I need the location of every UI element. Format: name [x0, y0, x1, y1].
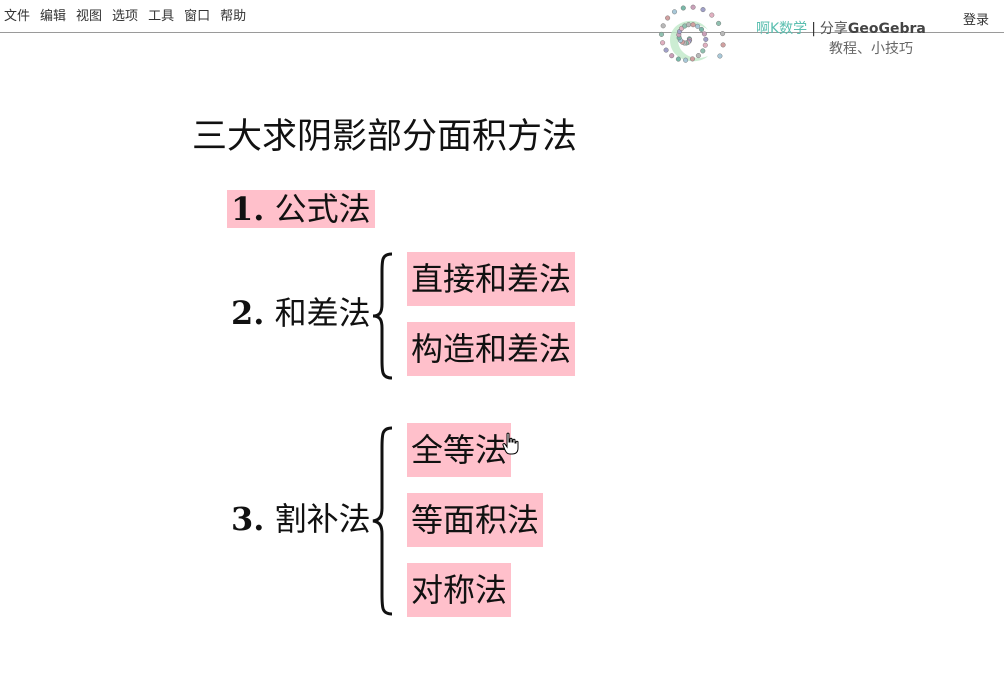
menu-help[interactable]: 帮助 — [220, 9, 246, 25]
method-2-brace — [372, 252, 393, 380]
menu-options[interactable]: 选项 — [112, 9, 138, 25]
method-1: 1. 公式法 — [227, 182, 375, 236]
method-1-name: 公式法 — [274, 190, 371, 228]
method-1-box: 1. 公式法 — [227, 190, 375, 228]
method-2-sub-1: 直接和差法 — [407, 252, 576, 306]
menu-window[interactable]: 窗口 — [184, 9, 210, 25]
method-3-name: 割补法 — [274, 500, 371, 538]
method-1-number: 1. — [231, 190, 265, 228]
hand-cursor-icon — [502, 432, 519, 455]
method-2: 2. 和差法 — [231, 286, 371, 340]
menu-file[interactable]: 文件 — [4, 9, 30, 25]
page-title: 三大求阴影部分面积方法 — [192, 117, 578, 157]
graphics-canvas[interactable]: 三大求阴影部分面积方法 1. 公式法 2. 和差法 直接和差法 构造和差法 3.… — [0, 34, 1004, 690]
login-button[interactable]: 登录 — [963, 9, 989, 28]
menu-items: 文件 编辑 视图 选项 工具 窗口 帮助 — [4, 9, 256, 25]
method-3: 3. 割补法 — [231, 492, 371, 546]
method-3-sub-3: 对称法 — [407, 563, 512, 617]
method-3-sub-2: 等面积法 — [407, 493, 544, 547]
method-2-name: 和差法 — [274, 294, 371, 332]
method-3-brace — [372, 426, 393, 616]
method-2-sub-2: 构造和差法 — [407, 322, 576, 376]
menu-view[interactable]: 视图 — [76, 9, 102, 25]
method-3-sub-1: 全等法 — [407, 423, 512, 477]
menu-tools[interactable]: 工具 — [148, 9, 174, 25]
menu-edit[interactable]: 编辑 — [40, 9, 66, 25]
method-2-number: 2. — [231, 294, 265, 332]
method-3-number: 3. — [231, 500, 265, 538]
